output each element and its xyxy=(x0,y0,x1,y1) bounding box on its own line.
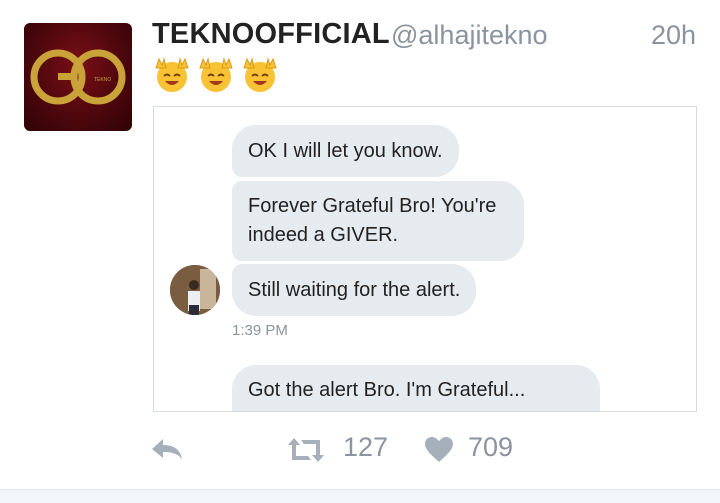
chat-bubble: Got the alert Bro. I'm Grateful... xyxy=(232,365,600,411)
chat-timestamp: 1:39 PM xyxy=(232,322,288,339)
profile-avatar[interactable]: TEKNO xyxy=(24,23,132,131)
chat-bubble: OK I will let you know. xyxy=(232,125,459,177)
tweet-header: TEKNOOFFICIAL @alhajitekno 20h xyxy=(152,14,696,54)
retweet-icon[interactable] xyxy=(286,436,326,464)
svg-text:TEKNO: TEKNO xyxy=(94,77,111,83)
chat-bubble: Forever Grateful Bro! You're indeed a GI… xyxy=(232,181,524,261)
chat-bubble: Still waiting for the alert. xyxy=(232,264,477,316)
go-logo: TEKNO xyxy=(30,49,126,105)
user-handle[interactable]: @alhajitekno xyxy=(391,20,548,51)
like-count[interactable]: 709 xyxy=(468,432,513,463)
tweet-text xyxy=(152,54,280,94)
chat-avatar xyxy=(170,265,220,315)
retweet-count[interactable]: 127 xyxy=(343,432,388,463)
person-photo-icon xyxy=(170,265,220,315)
tweet-actions: 127 709 xyxy=(150,430,650,470)
tweet-time[interactable]: 20h xyxy=(651,20,696,51)
raising-hands-emoji xyxy=(199,57,233,92)
heart-icon[interactable] xyxy=(424,436,454,464)
bottom-divider xyxy=(0,489,720,503)
display-name[interactable]: TEKNOOFFICIAL xyxy=(152,18,390,51)
raising-hands-emoji xyxy=(243,57,277,92)
raising-hands-emoji xyxy=(155,57,189,92)
reply-icon[interactable] xyxy=(150,434,184,464)
tweet-media-image[interactable]: OK I will let you know. Forever Grateful… xyxy=(153,106,697,412)
